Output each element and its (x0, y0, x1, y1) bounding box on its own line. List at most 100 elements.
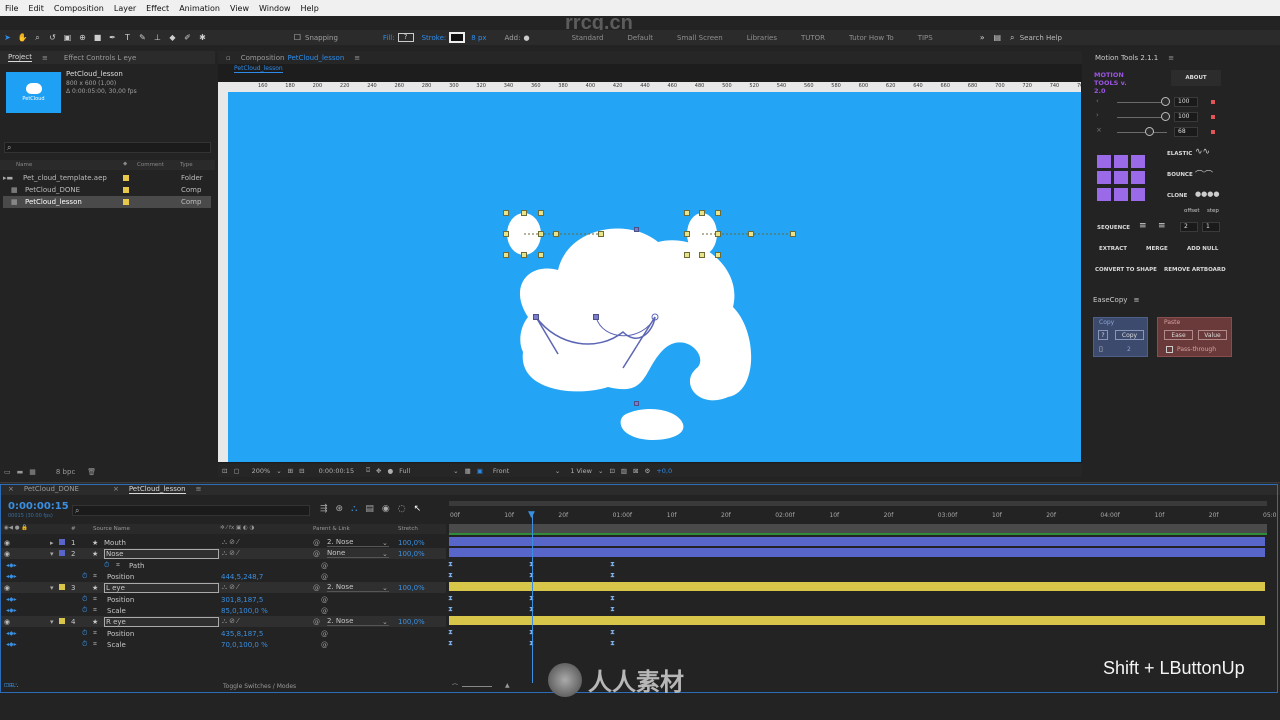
pen-tool-icon[interactable]: ✒ (106, 32, 119, 43)
label-color-swatch[interactable] (59, 539, 65, 545)
draft-icon[interactable]: ⚙ (645, 467, 651, 475)
layer-name[interactable]: R eye (104, 616, 219, 627)
label-color-swatch[interactable] (59, 618, 65, 624)
menu-window[interactable]: Window (254, 4, 296, 13)
menu-view[interactable]: View (225, 4, 254, 13)
fill-label[interactable]: Fill: (383, 34, 395, 42)
layer-name[interactable]: Mouth (104, 539, 126, 547)
roto-brush-tool-icon[interactable]: ✐ (181, 32, 194, 43)
workspace-menu-icon[interactable]: » (976, 32, 989, 43)
tab-effect-controls[interactable]: Effect Controls L eye (64, 54, 136, 62)
anchor-grid[interactable] (1097, 155, 1147, 201)
keyframe-marker[interactable]: ⧗ (610, 628, 615, 636)
eye-bbox-handle[interactable] (684, 231, 690, 237)
property-row[interactable]: ◂◆▸ ⏱ ⌗ Position 444,5,248,7 @ (0, 571, 446, 582)
layer-row[interactable]: ◉ ▾ 4 ★ R eye ⛬ ⊘ ⁄ @2. Nose ⌄ 100,0% (0, 616, 446, 627)
ease-slider-3-track[interactable] (1117, 132, 1167, 133)
anchor-point[interactable] (1114, 155, 1128, 168)
stretch-value[interactable]: 100,0% (398, 584, 425, 592)
chevron-down-icon[interactable]: ⌄ (382, 539, 388, 547)
stroke-label[interactable]: Stroke: (422, 34, 447, 42)
brush-tool-icon[interactable]: ✎ (136, 32, 149, 43)
panel-menu-icon[interactable]: ≡ (354, 54, 360, 62)
eye-bbox-handle[interactable] (538, 231, 544, 237)
passthrough-checkbox[interactable] (1166, 346, 1173, 353)
pickwhip-icon[interactable]: @ (321, 607, 328, 615)
menu-effect[interactable]: Effect (141, 4, 174, 13)
ease-reset-1[interactable] (1211, 100, 1215, 104)
label-color-swatch[interactable] (59, 584, 65, 590)
playhead-handle[interactable]: ▼ (528, 511, 535, 520)
draft-3d-icon[interactable]: ⊛ (336, 504, 344, 514)
sequence-button[interactable]: SEQUENCE (1097, 225, 1130, 231)
graph-icon[interactable]: ⌗ (93, 595, 97, 604)
zoom-out-icon[interactable]: ⌒ (452, 682, 458, 691)
project-search-input[interactable]: ⌕ (4, 142, 211, 153)
layer-row[interactable]: ◉ ▾ 2 ★ Nose ⛬ ⊘ ⁄ @ None ⌄ 100,0% (0, 548, 446, 559)
keyframe-point[interactable] (553, 231, 559, 237)
search-help-input[interactable]: Search Help (1020, 34, 1062, 42)
fast-preview-icon[interactable]: ▣ (477, 467, 483, 475)
camera-tool-icon[interactable]: ▣ (61, 32, 74, 43)
layer-bar-mouth[interactable] (449, 537, 1265, 546)
pickwhip-icon[interactable]: @ (321, 573, 328, 581)
timeline-current-time[interactable]: 0:00:00:15 (8, 501, 69, 512)
eye-bbox-handle[interactable] (538, 252, 544, 258)
lock-icon[interactable]: ▫ (226, 54, 231, 62)
pickwhip-icon[interactable]: @ (313, 550, 320, 558)
resolution-dropdown[interactable]: Full (399, 467, 447, 475)
eye-bbox-handle[interactable] (503, 210, 509, 216)
clone-button[interactable]: CLONE (1167, 193, 1187, 199)
nose-vertex[interactable] (593, 314, 599, 320)
tab-petcloud-lesson[interactable]: PetCloud_lesson (128, 485, 186, 494)
keyframe-marker[interactable]: ⧗ (448, 560, 453, 568)
menu-help[interactable]: Help (296, 4, 324, 13)
ease-slider-3-knob[interactable] (1145, 127, 1154, 136)
eye-bbox-handle[interactable] (699, 252, 705, 258)
keyframe-marker[interactable]: ⧗ (610, 560, 615, 568)
views-dropdown[interactable]: 1 View (570, 467, 592, 475)
timeline-search-input[interactable]: ⌕ (72, 505, 310, 516)
keyframe-marker[interactable]: ⧗ (610, 571, 615, 579)
stopwatch-icon[interactable]: ⏱ (82, 640, 87, 649)
elastic-button[interactable]: ELASTIC (1167, 151, 1192, 157)
color-icon[interactable]: ● (387, 467, 393, 475)
stopwatch-icon[interactable]: ⏱ (82, 629, 87, 638)
ease-value-1[interactable]: 100 (1174, 97, 1198, 107)
keyframe-marker[interactable]: ⧗ (448, 628, 453, 636)
stopwatch-icon[interactable]: ⏱ (104, 561, 109, 570)
workspace-default[interactable]: Default (627, 34, 653, 42)
remove-artboard-button[interactable]: REMOVE ARTBOARD (1164, 267, 1226, 273)
project-item-comp-lesson[interactable]: ▦ PetCloud_lesson Comp (3, 196, 211, 208)
expand-toggle-icon[interactable]: ▸ (50, 539, 54, 547)
transparency-grid-icon[interactable]: ▦ (465, 467, 471, 475)
keyframe-marker[interactable]: ⧗ (610, 594, 615, 602)
eye-bbox-handle[interactable] (684, 252, 690, 258)
shy-icon[interactable]: ⛬ (351, 504, 357, 514)
anchor-point[interactable] (1131, 187, 1145, 201)
tab-project[interactable]: Project (8, 53, 32, 62)
chevron-down-icon[interactable]: ⌄ (555, 467, 560, 475)
panel-menu-icon[interactable]: ≡ (196, 485, 202, 493)
nose-vertex[interactable] (634, 227, 639, 232)
layer-bar-reye[interactable] (449, 616, 1265, 625)
expand-toggle-icon[interactable]: ▾ (50, 584, 54, 592)
toggle-switches-modes[interactable]: Toggle Switches / Modes (223, 683, 296, 690)
toggle-icon[interactable]: ⊡ (609, 467, 614, 475)
zoom-in-icon[interactable]: ▲ (505, 682, 510, 689)
column-source-name[interactable]: Source Name (93, 526, 130, 532)
new-comp-icon[interactable]: ▦ (29, 468, 36, 476)
workspace-tutor-how-to[interactable]: Tutor How To (849, 34, 894, 42)
ease-value-2[interactable]: 100 (1174, 112, 1198, 122)
add-label[interactable]: Add: (505, 34, 521, 42)
property-value[interactable]: 85,0,100,0 % (221, 607, 268, 615)
hand-tool-icon[interactable]: ✋ (16, 32, 29, 43)
column-type[interactable]: Type (180, 162, 193, 168)
keyframe-marker[interactable]: ⧗ (448, 594, 453, 602)
ease-value-3[interactable]: 68 (1174, 127, 1198, 137)
pickwhip-icon[interactable]: @ (313, 539, 320, 547)
layer-name[interactable]: L eye (104, 582, 219, 593)
anchor-point[interactable] (1131, 171, 1145, 185)
keyframe-point[interactable] (598, 231, 604, 237)
trash-icon[interactable]: 🗑 (87, 468, 96, 476)
